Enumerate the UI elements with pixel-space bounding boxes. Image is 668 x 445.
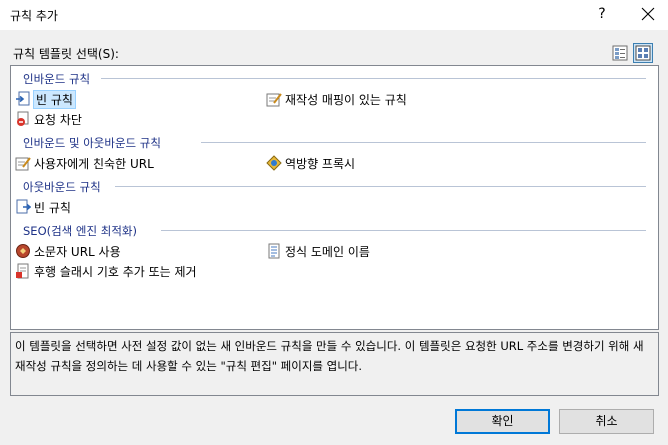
template-blank-inbound-rule[interactable]: 빈 규칙 <box>15 89 76 109</box>
list-view-button[interactable] <box>610 43 630 63</box>
trailing-slash-icon <box>15 263 31 279</box>
tile-view-icon <box>635 45 651 61</box>
group-header-seo: SEO(검색 엔진 최적화) <box>23 224 137 238</box>
help-button[interactable]: ? <box>590 3 614 25</box>
group-header-outbound: 아웃바운드 규칙 <box>23 180 101 194</box>
template-trailing-slash[interactable]: 후행 슬래시 기호 추가 또는 제거 <box>15 262 197 280</box>
blank-rule-icon <box>15 91 31 107</box>
cancel-button[interactable]: 취소 <box>559 409 654 434</box>
group-header-inbound-outbound: 인바운드 및 아웃바운드 규칙 <box>23 136 161 150</box>
close-icon <box>641 7 655 21</box>
canonical-domain-icon <box>266 243 282 259</box>
group-divider <box>101 78 646 79</box>
rule-template-list[interactable]: 인바운드 규칙 빈 규칙 재작성 매핑이 있는 규칙 요청 차단 인바운드 및 … <box>10 65 659 330</box>
ok-button[interactable]: 확인 <box>455 409 550 434</box>
title-bar: 규칙 추가 ? <box>0 0 668 30</box>
block-request-icon <box>15 111 31 127</box>
template-request-blocking[interactable]: 요청 차단 <box>15 110 82 128</box>
window-title: 규칙 추가 <box>10 9 58 23</box>
group-divider <box>201 142 646 143</box>
close-button[interactable] <box>628 0 668 28</box>
list-view-icon <box>612 45 628 61</box>
template-canonical-domain-name[interactable]: 정식 도메인 이름 <box>266 242 370 260</box>
friendly-url-icon <box>15 155 31 171</box>
tile-view-button[interactable] <box>633 43 653 63</box>
template-picker-label: 규칙 템플릿 선택(S): <box>13 47 119 61</box>
lowercase-url-icon <box>15 243 31 259</box>
template-rule-with-rewrite-map[interactable]: 재작성 매핑이 있는 규칙 <box>266 90 407 108</box>
template-user-friendly-url[interactable]: 사용자에게 친숙한 URL <box>15 154 154 172</box>
group-header-inbound: 인바운드 규칙 <box>23 72 91 86</box>
group-divider <box>161 230 646 231</box>
rewrite-map-icon <box>266 91 282 107</box>
blank-outbound-rule-icon <box>15 199 32 215</box>
template-reverse-proxy[interactable]: 역방향 프록시 <box>266 154 355 172</box>
group-divider <box>115 186 646 187</box>
reverse-proxy-icon <box>266 155 282 171</box>
template-blank-outbound-rule[interactable]: 빈 규칙 <box>15 198 71 216</box>
template-description: 이 템플릿을 선택하면 사전 설정 값이 없는 새 인바운드 규칙을 만들 수 … <box>10 332 659 396</box>
template-lowercase-url[interactable]: 소문자 URL 사용 <box>15 242 121 260</box>
